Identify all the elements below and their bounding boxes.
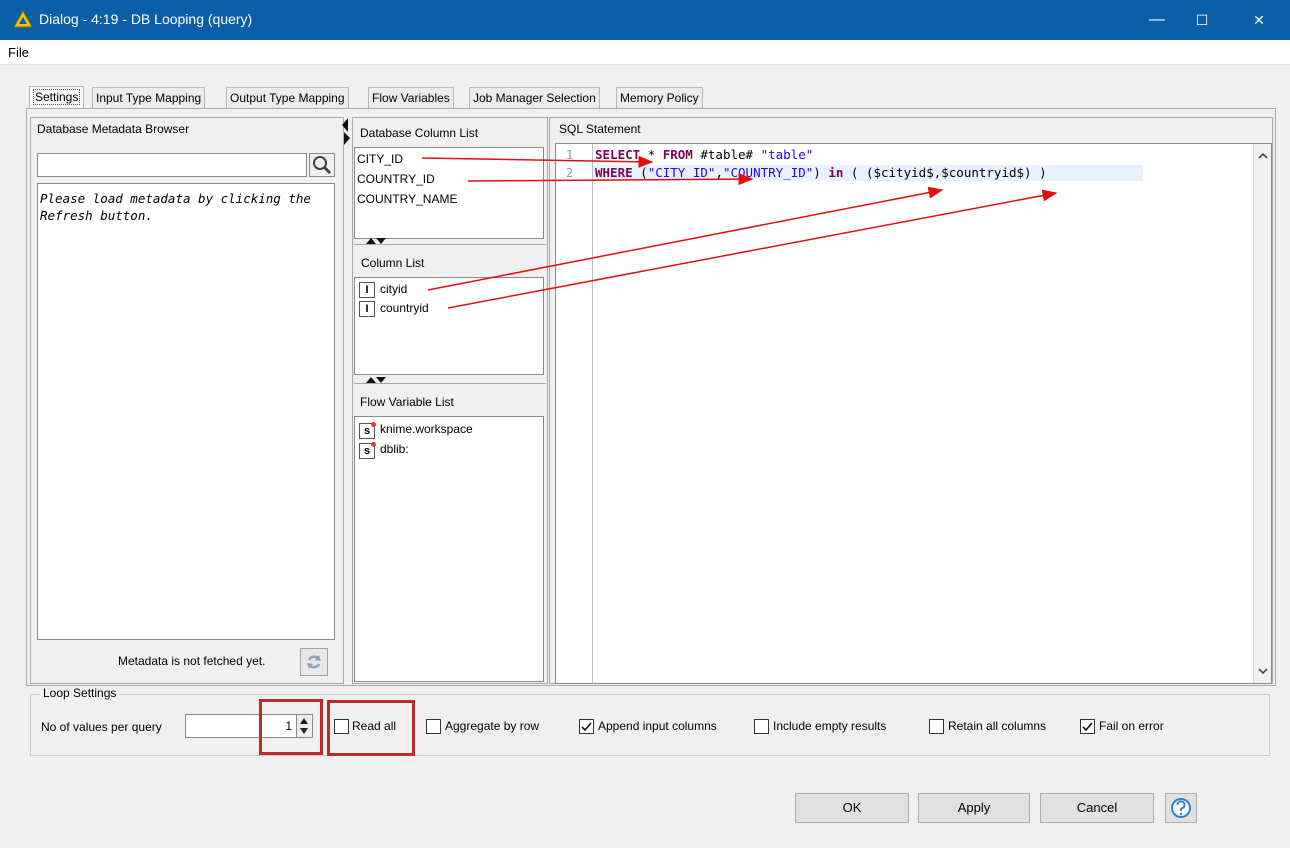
- highlight-box-spinner: [259, 699, 323, 755]
- line-number: 1: [566, 148, 574, 162]
- db-column-country-id[interactable]: COUNTRY_ID: [357, 172, 435, 186]
- string-variable-icon: s: [359, 422, 376, 439]
- aggregate-by-row-checkbox[interactable]: [426, 719, 441, 734]
- flow-variable-dblib[interactable]: dblib:: [380, 442, 409, 456]
- sql-keyword: SELECT: [595, 147, 641, 162]
- tab-settings-label: Settings: [33, 89, 81, 105]
- highlight-box-read-all: [327, 700, 415, 756]
- split-collapse-icon[interactable]: [366, 238, 386, 245]
- apply-button[interactable]: Apply: [918, 793, 1030, 823]
- sql-string: "table": [760, 147, 814, 162]
- include-empty-results-checkbox[interactable]: [754, 719, 769, 734]
- sql-keyword: WHERE: [595, 165, 633, 180]
- tab-input-type-mapping[interactable]: Input Type Mapping: [92, 87, 206, 108]
- sql-text: ): [813, 165, 829, 180]
- tab-memory-policy[interactable]: Memory Policy: [616, 87, 703, 108]
- help-button[interactable]: [1165, 793, 1197, 823]
- sql-line-2: WHERE ("CITY_ID","COUNTRY_ID") in ( ($ci…: [595, 165, 1047, 180]
- scroll-up-icon[interactable]: [1258, 152, 1268, 159]
- string-variable-type: s: [363, 425, 371, 437]
- string-variable-icon: s: [359, 442, 376, 459]
- db-column-city-id[interactable]: CITY_ID: [357, 152, 403, 166]
- integer-type-icon: I: [359, 282, 375, 298]
- integer-type-icon: I: [359, 301, 375, 317]
- scroll-down-icon[interactable]: [1258, 668, 1268, 675]
- append-input-columns-label: Append input columns: [598, 719, 717, 733]
- tab-job-manager-selection[interactable]: Job Manager Selection: [469, 87, 600, 108]
- refresh-metadata-button[interactable]: [300, 648, 328, 676]
- retain-all-columns-checkbox[interactable]: [929, 719, 944, 734]
- sql-vertical-scrollbar[interactable]: [1253, 144, 1271, 683]
- sql-text: ( ($cityid$,$countryid$) ): [843, 165, 1047, 180]
- close-button[interactable]: ✕: [1244, 8, 1274, 32]
- splitter-arrow-icon[interactable]: [342, 118, 352, 146]
- cancel-button[interactable]: Cancel: [1040, 793, 1154, 823]
- sql-string: "COUNTRY_ID": [722, 165, 814, 180]
- string-variable-type: s: [363, 445, 371, 457]
- metadata-tree[interactable]: [37, 183, 335, 640]
- sql-text: ,: [715, 165, 723, 180]
- line-number-gutter: 1 2: [556, 144, 593, 683]
- menu-file[interactable]: File: [8, 45, 29, 60]
- tab-output-type-mapping[interactable]: Output Type Mapping: [226, 87, 349, 108]
- metadata-search-input[interactable]: [37, 153, 307, 177]
- sql-editor[interactable]: 1 2 SELECT * FROM #table# "table" WHERE …: [555, 143, 1272, 684]
- sql-statement-title: SQL Statement: [559, 122, 641, 136]
- include-empty-results-label: Include empty results: [773, 719, 887, 733]
- split-collapse-icon[interactable]: [366, 377, 386, 384]
- help-icon: [1171, 798, 1191, 818]
- sql-text: *: [640, 147, 663, 162]
- flow-variable-list-title: Flow Variable List: [360, 395, 454, 409]
- maximize-button[interactable]: ☐: [1187, 8, 1217, 32]
- sql-string: "CITY_ID": [647, 165, 716, 180]
- column-countryid[interactable]: countryid: [380, 301, 429, 315]
- checkmark-icon: [581, 722, 592, 732]
- tab-flow-variables[interactable]: Flow Variables: [368, 87, 454, 108]
- sql-keyword: FROM: [662, 147, 693, 162]
- metadata-message: Please load metadata by clicking the Ref…: [40, 191, 311, 223]
- column-cityid[interactable]: cityid: [380, 282, 407, 296]
- metadata-search-button[interactable]: [309, 153, 335, 177]
- fail-on-error-checkbox[interactable]: [1080, 719, 1095, 734]
- sql-text: (: [632, 165, 648, 180]
- append-input-columns-checkbox[interactable]: [579, 719, 594, 734]
- db-column-country-name[interactable]: COUNTRY_NAME: [357, 192, 457, 206]
- aggregate-by-row-label: Aggregate by row: [445, 719, 540, 733]
- search-icon: [313, 156, 332, 175]
- fail-on-error-label: Fail on error: [1099, 719, 1164, 733]
- loop-settings-title: Loop Settings: [40, 686, 120, 700]
- window-titlebar: Dialog - 4:19 - DB Looping (query) — ☐ ✕: [0, 0, 1290, 40]
- warning-icon: [13, 10, 33, 28]
- checkmark-icon: [1082, 722, 1093, 732]
- metadata-status: Metadata is not fetched yet.: [118, 654, 266, 668]
- line-number: 2: [566, 166, 574, 180]
- menu-bar: File: [0, 40, 1290, 65]
- db-column-list-title: Database Column List: [360, 126, 479, 140]
- ok-button[interactable]: OK: [795, 793, 909, 823]
- tab-settings[interactable]: Settings: [29, 86, 85, 108]
- window-title: Dialog - 4:19 - DB Looping (query): [39, 11, 253, 27]
- sql-keyword: in: [828, 165, 844, 180]
- values-per-query-label: No of values per query: [41, 720, 162, 734]
- sql-text: #table#: [692, 147, 761, 162]
- flow-variable-knime-workspace[interactable]: knime.workspace: [380, 422, 473, 436]
- column-list-title: Column List: [361, 256, 425, 270]
- retain-all-columns-label: Retain all columns: [948, 719, 1047, 733]
- metadata-browser-title: Database Metadata Browser: [37, 122, 190, 136]
- sql-line-1: SELECT * FROM #table# "table": [595, 147, 813, 162]
- minimize-button[interactable]: —: [1142, 8, 1172, 32]
- refresh-icon: [307, 655, 321, 669]
